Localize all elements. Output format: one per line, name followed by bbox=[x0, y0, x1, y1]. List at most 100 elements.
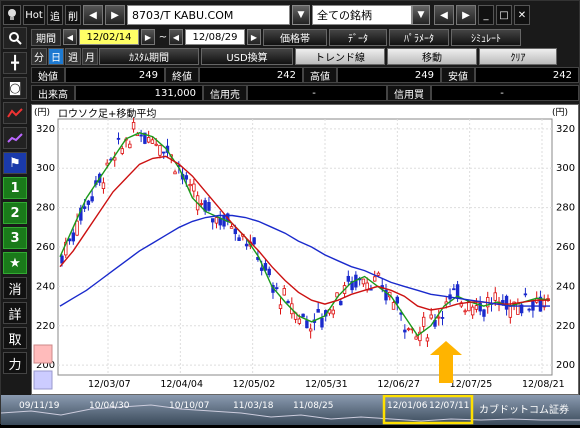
swatch-red-icon[interactable] bbox=[33, 344, 53, 364]
navigator-date: 10/10/07 bbox=[169, 401, 209, 411]
x-axis-labels: 12/03/07 12/04/04 12/05/02 12/05/31 12/06/27… bbox=[88, 379, 565, 390]
end-next-icon[interactable]: ▶ bbox=[247, 29, 261, 45]
parameter-button[interactable]: ﾊﾟﾗﾒｰﾀ bbox=[389, 28, 449, 46]
period-prev-icon[interactable]: ◀ bbox=[63, 29, 77, 45]
usd-convert-button[interactable]: USD換算 bbox=[201, 47, 293, 65]
candle-body bbox=[214, 217, 219, 224]
symbol-dropdown-icon[interactable]: ▼ bbox=[292, 5, 310, 25]
maximize-icon[interactable]: □ bbox=[496, 5, 512, 25]
line-chart-red-icon[interactable] bbox=[3, 102, 27, 124]
crosshair-icon[interactable]: ╋ bbox=[3, 52, 27, 74]
candle-body bbox=[116, 137, 121, 140]
candle-body bbox=[395, 296, 400, 304]
candle-body bbox=[286, 300, 290, 304]
candle-body bbox=[244, 243, 249, 247]
y-tick-left: 280 bbox=[36, 203, 55, 214]
swatch-purple-icon[interactable] bbox=[33, 370, 53, 390]
candles bbox=[60, 117, 550, 347]
flag-icon[interactable]: ⚑ bbox=[3, 152, 27, 174]
add-button[interactable]: 追 bbox=[47, 5, 63, 25]
x-tick: 12/08/21 bbox=[522, 379, 565, 390]
candle-body bbox=[233, 228, 238, 235]
symbol-input[interactable]: 8703/T KABU.COM bbox=[127, 5, 290, 25]
tool-3-button[interactable]: 3 bbox=[3, 227, 27, 249]
tool-2-button[interactable]: 2 bbox=[3, 202, 27, 224]
custom-period-button[interactable]: ｶｽﾀﾑ期間 bbox=[99, 47, 199, 65]
navigator-date: 11/03/18 bbox=[233, 401, 274, 411]
quote-table: 始値 249 終値 242 高値 249 安値 242 出来高 131,000 … bbox=[31, 67, 579, 103]
close-icon[interactable]: ✕ bbox=[514, 5, 530, 25]
price-band-button[interactable]: 価格帯 bbox=[263, 28, 327, 46]
x-tick: 12/04/04 bbox=[160, 379, 203, 390]
tool-1-button[interactable]: 1 bbox=[3, 177, 27, 199]
navigator-bar[interactable]: 09/11/19 10/04/30 10/10/07 11/03/18 11/08/25… bbox=[0, 394, 580, 425]
line-chart-purple-icon[interactable] bbox=[3, 127, 27, 149]
search-icon[interactable] bbox=[3, 27, 27, 49]
list-next-icon[interactable]: ▶ bbox=[456, 5, 476, 25]
option-row: 分 日 週 月 ｶｽﾀﾑ期間 USD換算 トレンド線 移動 ｸﾘｱ bbox=[31, 47, 579, 65]
move-button[interactable]: 移動 bbox=[387, 47, 477, 65]
trendline-button[interactable]: トレンド線 bbox=[295, 47, 385, 65]
y-unit-right: (円) bbox=[552, 107, 568, 118]
candle-body bbox=[452, 288, 456, 291]
candle-body bbox=[440, 317, 445, 319]
camera-icon[interactable]: ◙ bbox=[3, 77, 27, 99]
candlestick-chart[interactable]: (円) (円) ロウソク足+移動平均 320 320 300 300 280 280 260… bbox=[31, 104, 579, 395]
y-tick-left: 320 bbox=[36, 124, 55, 135]
candle-body bbox=[128, 143, 132, 149]
erase-button[interactable]: 消 bbox=[3, 277, 27, 299]
candle-body bbox=[308, 328, 313, 332]
take-button[interactable]: 取 bbox=[3, 327, 27, 349]
candle-body bbox=[361, 278, 366, 285]
period-month-button[interactable]: 月 bbox=[82, 47, 98, 65]
prev-arrow-icon[interactable]: ◀ bbox=[83, 5, 103, 25]
candle-body bbox=[267, 268, 271, 276]
list-prev-icon[interactable]: ◀ bbox=[434, 5, 454, 25]
candle-body bbox=[60, 255, 64, 264]
ma-long-line bbox=[59, 214, 550, 307]
candle-body bbox=[331, 309, 335, 315]
clear-button[interactable]: ｸﾘｱ bbox=[479, 47, 557, 65]
top-toolbar: Hot 追 削 ◀ ▶ 8703/T KABU.COM ▼ 全ての銘柄 ▼ ◀ … bbox=[3, 3, 579, 27]
minimize-icon[interactable]: _ bbox=[478, 5, 494, 25]
start-date-input[interactable]: 12/02/14 bbox=[79, 29, 139, 45]
stock-list-select[interactable]: 全ての銘柄 bbox=[312, 5, 412, 25]
simulate-button[interactable]: ｼﾐｭﾚｰﾄ bbox=[451, 28, 521, 46]
period-row: 期間 ◀ 12/02/14 ▶ ~ ◀ 12/08/29 ▶ 価格帯 ﾃﾞｰﾀ … bbox=[31, 28, 579, 46]
navigator-date: 12/07/11 bbox=[429, 401, 469, 411]
app-window: Hot 追 削 ◀ ▶ 8703/T KABU.COM ▼ 全ての銘柄 ▼ ◀ … bbox=[0, 0, 580, 425]
range-tilde: ~ bbox=[158, 31, 168, 43]
candle-body bbox=[120, 148, 124, 154]
period-minute-button[interactable]: 分 bbox=[31, 47, 47, 65]
candle-body bbox=[346, 275, 351, 282]
period-day-button[interactable]: 日 bbox=[48, 47, 64, 65]
candle-body bbox=[131, 122, 136, 130]
left-toolbar: ╋ ◙ ⚑ 1 2 3 ★ 消 詳 取 力 bbox=[3, 27, 29, 423]
candle-body bbox=[470, 306, 475, 316]
chart-canvas[interactable]: (円) (円) ロウソク足+移動平均 320 320 300 300 280 280 260… bbox=[32, 105, 580, 396]
input-button[interactable]: 力 bbox=[3, 352, 27, 374]
end-prev-icon[interactable]: ◀ bbox=[169, 29, 183, 45]
open-label: 始値 bbox=[31, 67, 65, 83]
candle-body bbox=[101, 182, 106, 190]
y-tick-left: 300 bbox=[36, 163, 55, 174]
candle-body bbox=[463, 310, 467, 313]
data-button[interactable]: ﾃﾞｰﾀ bbox=[329, 28, 387, 46]
candle-body bbox=[437, 316, 441, 319]
star-button[interactable]: ★ bbox=[3, 252, 27, 274]
y-tick-right: 300 bbox=[556, 163, 575, 174]
candle-body bbox=[237, 237, 241, 241]
high-label: 高値 bbox=[303, 67, 337, 83]
detail-button[interactable]: 詳 bbox=[3, 302, 27, 324]
end-date-input[interactable]: 12/08/29 bbox=[185, 29, 245, 45]
delete-button[interactable]: 削 bbox=[65, 5, 81, 25]
candle-body bbox=[508, 305, 513, 318]
candle-body bbox=[523, 293, 528, 296]
bulb-icon[interactable] bbox=[3, 5, 21, 25]
candle-body bbox=[421, 316, 426, 327]
period-week-button[interactable]: 週 bbox=[65, 47, 81, 65]
next-arrow-icon[interactable]: ▶ bbox=[105, 5, 125, 25]
start-next-icon[interactable]: ▶ bbox=[141, 29, 155, 45]
hot-button[interactable]: Hot bbox=[23, 5, 45, 25]
list-dropdown-icon[interactable]: ▼ bbox=[412, 5, 430, 25]
